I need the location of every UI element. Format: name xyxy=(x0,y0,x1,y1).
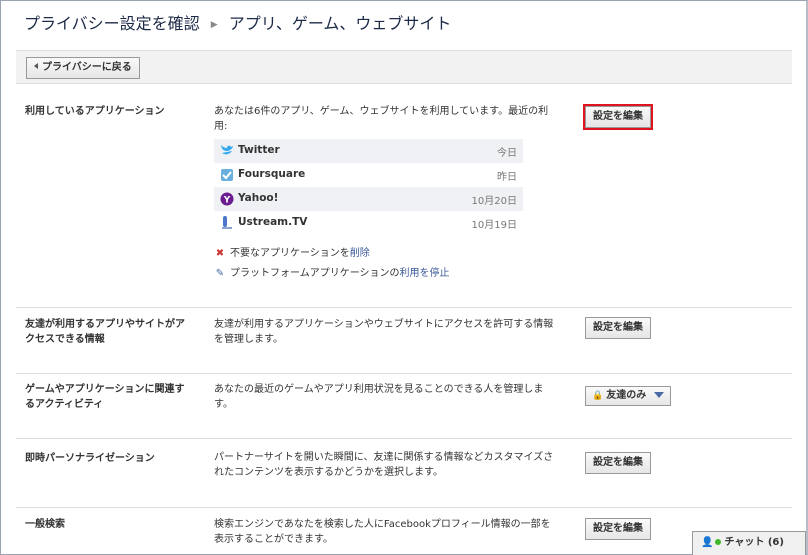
section-friends-apps-access: 友達が利用するアプリやサイトがアクセスできる情報 友達が利用するアプリケーション… xyxy=(16,308,792,374)
list-item[interactable]: Foursquare 昨日 xyxy=(214,163,523,187)
breadcrumb: プライバシー設定を確認 ▶ アプリ、ゲーム、ウェブサイト xyxy=(24,10,451,34)
app-last-used: 10月20日 xyxy=(471,196,517,207)
section-description: 検索エンジンであなたを検索した人にFacebookプロフィール情報の一部を表示す… xyxy=(214,519,551,545)
section-title: 一般検索 xyxy=(25,519,65,530)
app-name: Twitter xyxy=(238,144,280,156)
privacy-selector[interactable]: 🔒 友達のみ xyxy=(585,386,672,406)
lock-icon: 🔒 xyxy=(592,391,604,401)
section-description: パートナーサイトを開いた瞬間に、友達に関係する情報などカスタマイズされたコンテン… xyxy=(214,452,554,478)
recent-apps-list: Twitter 今日 Foursquare 昨日 Y Yahoo! 10月20日 xyxy=(214,139,523,235)
app-name: Yahoo! xyxy=(238,192,279,204)
stop-platform-text: プラットフォームアプリケーションの xyxy=(230,268,400,279)
remove-x-icon: ✖ xyxy=(215,248,225,259)
edit-settings-button[interactable]: 設定を編集 xyxy=(585,317,651,339)
svg-text:Y: Y xyxy=(223,196,231,206)
chat-label: チャット (6) xyxy=(724,537,784,548)
page-title: アプリ、ゲーム、ウェブサイト xyxy=(228,14,452,33)
user-icon: 👤 xyxy=(701,537,714,548)
app-last-used: 昨日 xyxy=(497,172,517,183)
remove-apps-line: ✖ 不要なアプリケーションを削除 xyxy=(214,244,370,259)
edit-settings-button[interactable]: 設定を編集 xyxy=(585,518,651,540)
chevron-down-icon xyxy=(654,392,665,398)
twitter-icon xyxy=(221,145,233,155)
section-title: 友達が利用するアプリやサイトがアクセスできる情報 xyxy=(25,319,185,345)
breadcrumb-root[interactable]: プライバシー設定を確認 xyxy=(24,14,200,33)
edit-settings-button[interactable]: 設定を編集 xyxy=(585,452,651,474)
app-last-used: 今日 xyxy=(497,148,517,159)
section-title: 利用しているアプリケーション xyxy=(25,106,165,117)
app-name: Ustream.TV xyxy=(238,216,308,228)
app-name: Foursquare xyxy=(238,168,306,180)
stop-platform-line: ✎ プラットフォームアプリケーションの利用を停止 xyxy=(214,264,450,279)
yahoo-icon: Y xyxy=(220,192,234,206)
list-item[interactable]: Twitter 今日 xyxy=(214,139,523,163)
stop-platform-link[interactable]: 利用を停止 xyxy=(400,268,450,279)
chat-bar[interactable]: 👤 チャット (6) xyxy=(692,531,806,555)
foursquare-icon xyxy=(221,169,233,181)
remove-apps-text: 不要なアプリケーションを xyxy=(230,248,350,259)
section-apps-in-use: 利用しているアプリケーション あなたは6件のアプリ、ゲーム、ウェブサイトを利用し… xyxy=(16,84,792,308)
app-last-used: 10月19日 xyxy=(471,220,517,231)
section-title: 即時パーソナライゼーション xyxy=(25,453,155,464)
section-instant-personalization: 即時パーソナライゼーション パートナーサイトを開いた瞬間に、友達に関係する情報な… xyxy=(16,439,792,508)
section-title: ゲームやアプリケーションに関連するアクティビティ xyxy=(25,384,185,410)
section-public-search: 一般検索 検索エンジンであなたを検索した人にFacebookプロフィール情報の一… xyxy=(16,508,792,555)
online-status-icon xyxy=(715,539,722,545)
ustream-icon xyxy=(222,216,232,229)
section-description: あなたは6件のアプリ、ゲーム、ウェブサイトを利用しています。最近の利用: xyxy=(214,106,549,132)
edit-settings-button[interactable]: 設定を編集 xyxy=(583,104,653,130)
privacy-value: 友達のみ xyxy=(606,390,647,401)
list-item[interactable]: Ustream.TV 10月19日 xyxy=(214,211,523,235)
pencil-icon: ✎ xyxy=(215,268,225,279)
toolbar: プライバシーに戻る xyxy=(16,50,792,84)
back-to-privacy-button[interactable]: プライバシーに戻る xyxy=(26,57,140,79)
back-button-label: プライバシーに戻る xyxy=(42,62,132,73)
chevron-left-icon xyxy=(34,63,38,69)
breadcrumb-separator-icon: ▶ xyxy=(210,20,218,30)
section-description: 友達が利用するアプリケーションやウェブサイトにアクセスを許可する情報を管理します… xyxy=(214,319,554,345)
section-game-app-activity: ゲームやアプリケーションに関連するアクティビティ あなたの最近のゲームやアプリ利… xyxy=(16,374,792,439)
section-description: あなたの最近のゲームやアプリ利用状況を見ることのできる人を管理します。 xyxy=(214,384,544,410)
remove-apps-link[interactable]: 削除 xyxy=(350,248,370,259)
list-item[interactable]: Y Yahoo! 10月20日 xyxy=(214,187,523,211)
